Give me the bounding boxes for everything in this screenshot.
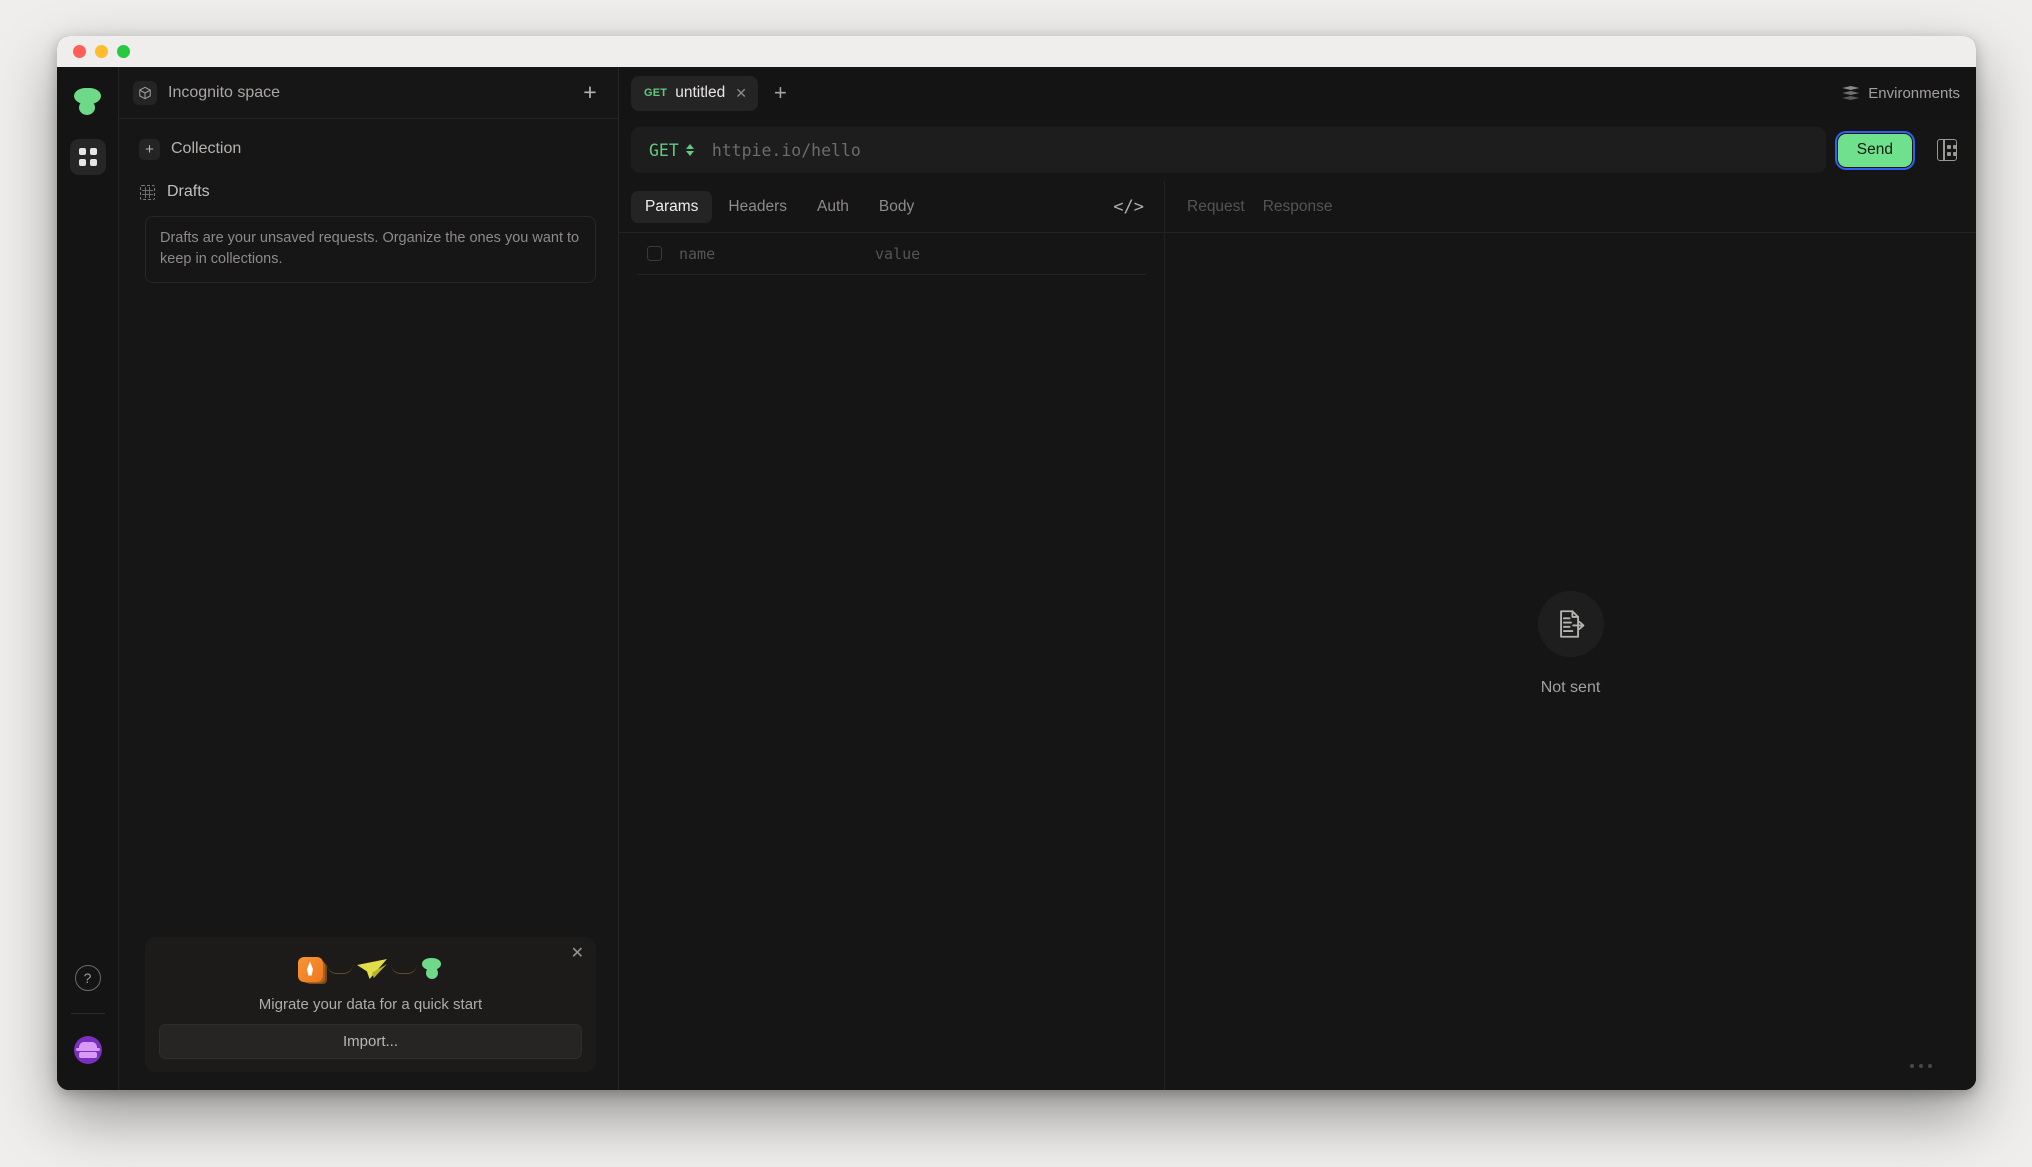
send-button[interactable]: Send: [1834, 130, 1916, 170]
close-icon[interactable]: ✕: [571, 946, 584, 962]
drafts-label: Drafts: [167, 183, 210, 200]
row-checkbox[interactable]: [647, 246, 662, 261]
rail-divider: [70, 1013, 105, 1014]
tab-body[interactable]: Body: [865, 191, 928, 223]
sidebar-item-collections[interactable]: [69, 139, 106, 175]
param-value-input[interactable]: value: [875, 245, 920, 263]
httpie-logo-icon: [421, 957, 443, 981]
minimize-window-button[interactable]: [95, 45, 108, 58]
import-button[interactable]: Import...: [159, 1024, 582, 1059]
tab-params[interactable]: Params: [631, 190, 713, 223]
dashed-grid-icon: [140, 184, 155, 200]
cube-icon: [133, 80, 157, 105]
request-pane: Params Headers Auth Body </> name value: [619, 181, 1165, 1090]
insomnia-plane-icon: [357, 958, 387, 980]
left-sidebar: Incognito space + + Collection Drafts Dr…: [119, 67, 619, 1090]
not-sent-label: Not sent: [1540, 678, 1601, 696]
help-icon[interactable]: ?: [74, 965, 101, 991]
overflow-menu-button[interactable]: [1910, 1064, 1932, 1068]
add-space-button[interactable]: +: [578, 81, 602, 104]
params-table: name value: [619, 233, 1164, 275]
close-window-button[interactable]: [73, 45, 86, 58]
main-area: GET untitled ✕ + Environments GET httpie…: [619, 67, 1976, 1090]
new-tab-button[interactable]: +: [774, 82, 787, 104]
window-titlebar: [57, 36, 1976, 67]
httpie-logo-icon: [72, 85, 104, 117]
connector-line: [391, 964, 417, 974]
table-row[interactable]: name value: [637, 233, 1146, 275]
migrate-artwork: [159, 951, 582, 987]
close-icon[interactable]: ✕: [735, 86, 747, 100]
drafts-empty-note: Drafts are your unsaved requests. Organi…: [145, 216, 596, 284]
layers-icon: [1842, 86, 1860, 100]
desktop-background: ? Incognito space + + Collection Drafts …: [0, 0, 2032, 1167]
icon-rail: ?: [57, 67, 119, 1090]
grid-apps-icon: [78, 148, 97, 166]
tab-method-badge: GET: [644, 87, 668, 99]
request-tab-untitled[interactable]: GET untitled ✕: [631, 75, 758, 111]
response-pane: Request Response Not sent: [1165, 181, 1976, 1090]
send-area: Send: [1834, 130, 1960, 170]
space-header[interactable]: Incognito space +: [119, 67, 618, 119]
url-bar: GET: [631, 127, 1826, 173]
url-input[interactable]: [711, 140, 1808, 160]
sidebar-item-drafts[interactable]: Drafts: [119, 174, 618, 210]
response-empty-state: Not sent: [1165, 197, 1976, 1090]
space-name: Incognito space: [168, 83, 281, 101]
method-label: GET: [649, 140, 679, 160]
table-columns-icon[interactable]: [1934, 137, 1960, 163]
plus-icon: +: [139, 138, 160, 160]
migrate-headline: Migrate your data for a quick start: [258, 996, 483, 1013]
environments-button[interactable]: Environments: [1842, 85, 1960, 102]
request-subtabs: Params Headers Auth Body </>: [619, 181, 1164, 233]
collection-label: Collection: [171, 140, 242, 157]
migrate-banner: ✕ Migrate your data for a quick start Im…: [145, 937, 596, 1072]
request-tabbar: GET untitled ✕ + Environments: [619, 67, 1976, 119]
document-send-icon: [1537, 590, 1604, 657]
postman-rocket-icon: [298, 956, 323, 982]
incognito-avatar[interactable]: [73, 1036, 102, 1064]
url-row: GET Send: [619, 119, 1976, 181]
up-down-caret-icon: [685, 144, 694, 156]
tab-title: untitled: [675, 84, 726, 101]
app-window: ? Incognito space + + Collection Drafts …: [57, 36, 1976, 1090]
code-brackets-icon[interactable]: </>: [1103, 197, 1154, 217]
param-name-input[interactable]: name: [679, 245, 875, 263]
method-selector[interactable]: GET: [649, 141, 694, 160]
connector-line: [327, 964, 353, 974]
zoom-window-button[interactable]: [117, 45, 130, 58]
app-body: ? Incognito space + + Collection Drafts …: [57, 67, 1976, 1090]
tab-auth[interactable]: Auth: [803, 191, 863, 223]
add-collection-row[interactable]: + Collection: [119, 127, 618, 171]
environments-label: Environments: [1868, 84, 1960, 102]
tab-headers[interactable]: Headers: [714, 191, 801, 223]
panes: Params Headers Auth Body </> name value …: [619, 181, 1976, 1090]
